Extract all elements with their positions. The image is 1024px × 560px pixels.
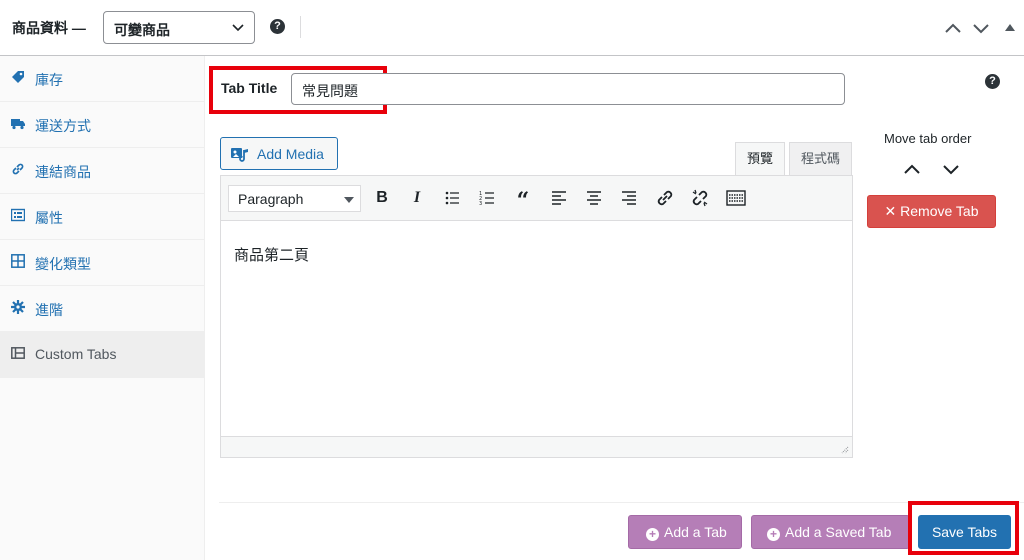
divider [300,16,301,38]
align-center-icon[interactable] [583,187,605,209]
sidebar-item-label: 進階 [35,302,63,318]
unlink-icon[interactable] [689,187,711,209]
align-right-icon[interactable] [618,187,640,209]
tag-icon [12,71,24,83]
sidebar-item-custom-tabs[interactable]: Custom Tabs [0,332,204,378]
grid-icon [11,254,25,268]
add-tab-label: Add a Tab [664,524,727,540]
sidebar-item-label: Custom Tabs [35,346,117,362]
tab-visual[interactable]: 預覽 [735,142,785,175]
tab-title-input[interactable]: 常見問題 [291,73,845,105]
format-value: Paragraph [238,191,304,207]
add-tab-button[interactable]: + Add a Tab [628,515,742,549]
bold-icon[interactable]: B [371,187,393,209]
italic-icon[interactable]: I [406,187,428,209]
add-media-label: Add Media [257,146,324,162]
bullet-list-icon[interactable] [442,187,464,209]
product-type-select[interactable]: 可變商品 [103,11,255,44]
insert-link-icon[interactable] [654,187,676,209]
tab-title-value: 常見問題 [302,83,358,99]
content-editor: Paragraph B I 123 “ 商品第二頁 [220,175,853,458]
add-saved-tab-button[interactable]: + Add a Saved Tab [751,515,910,549]
chevron-down-icon [232,24,244,32]
plus-circle-icon: + [767,528,780,541]
svg-text:3: 3 [479,201,482,207]
add-saved-tab-label: Add a Saved Tab [785,524,892,540]
toolbar-toggle-icon[interactable] [725,187,747,209]
media-icon [231,148,248,162]
truck-icon [11,119,25,130]
help-icon[interactable]: ? [985,74,1000,89]
editor-toolbar: Paragraph B I 123 “ [221,176,852,221]
link-icon [12,163,24,175]
save-tabs-button[interactable]: Save Tabs [918,515,1011,549]
caret-down-icon [344,197,354,203]
help-icon[interactable]: ? [270,19,285,34]
gear-icon [11,300,25,314]
sidebar-item-attributes[interactable]: 屬性 [0,194,204,240]
product-data-tabs: 庫存 運送方式 連結商品 屬性 變化類型 進階 Custom Tabs [0,56,205,560]
move-down-icon[interactable] [972,22,990,34]
remove-tab-button[interactable]: ✕ Remove Tab [867,195,996,228]
editor-statusbar [221,436,852,457]
sidebar-item-linked-products[interactable]: 連結商品 [0,148,204,194]
move-up-icon[interactable] [944,22,962,34]
sidebar-item-inventory[interactable]: 庫存 [0,56,204,102]
blockquote-icon[interactable]: “ [512,187,534,214]
sidebar-item-variations[interactable]: 變化類型 [0,240,204,286]
format-select[interactable]: Paragraph [228,185,361,212]
sidebar-item-label: 連結商品 [35,164,91,180]
product-type-value: 可變商品 [114,22,170,38]
add-media-button[interactable]: Add Media [220,137,338,170]
sidebar-item-advanced[interactable]: 進階 [0,286,204,332]
tabs-icon [11,347,25,359]
collapse-toggle-icon[interactable] [1005,23,1015,31]
panel-title: 商品資料 — [12,20,86,36]
sidebar-item-label: 屬性 [35,210,63,226]
sidebar-item-label: 變化類型 [35,256,91,272]
move-tab-order-label: Move tab order [884,131,972,146]
list-icon [11,208,25,222]
panel-header: 商品資料 — 可變商品 ? [0,0,1024,56]
move-down-icon[interactable] [942,163,960,175]
tab-text[interactable]: 程式碼 [789,142,852,175]
tab-title-label: Tab Title [221,80,278,96]
align-left-icon[interactable] [548,187,570,209]
numbered-list-icon[interactable]: 123 [477,187,499,209]
editor-content[interactable]: 商品第二頁 [234,244,309,265]
sidebar-item-label: 運送方式 [35,118,91,134]
resize-handle-icon[interactable] [839,444,849,454]
sidebar-item-label: 庫存 [35,72,63,88]
divider [219,502,1024,503]
move-up-icon[interactable] [903,163,921,175]
sidebar-item-shipping[interactable]: 運送方式 [0,102,204,148]
plus-circle-icon: + [646,528,659,541]
